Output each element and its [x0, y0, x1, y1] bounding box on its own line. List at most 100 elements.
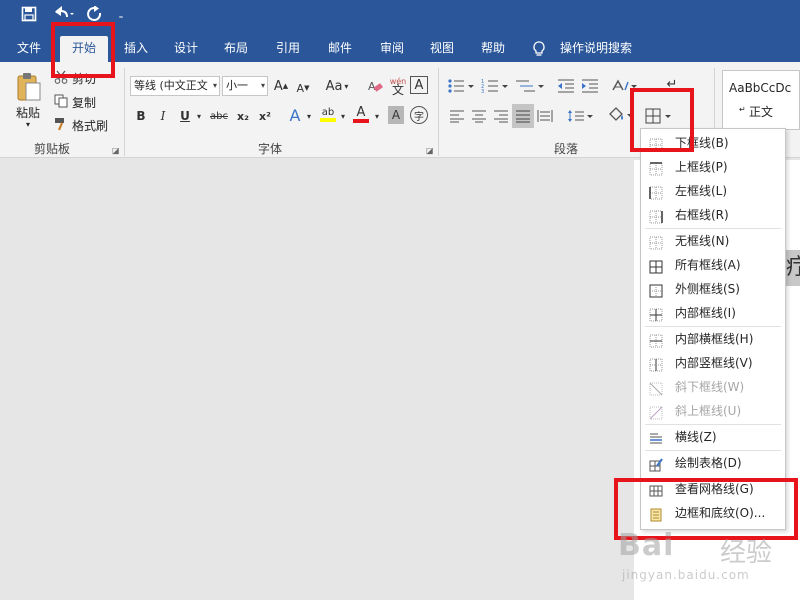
menu-item-label: 外侧框线(S) — [675, 282, 740, 296]
menu-item-left-border[interactable]: 左框线(L) — [641, 179, 785, 203]
highlight-icon[interactable]: ab — [318, 104, 338, 126]
multilevel-list-icon[interactable] — [514, 76, 546, 96]
tell-me-search[interactable]: 操作说明搜索 — [556, 34, 636, 62]
superscript-button[interactable]: x² — [256, 106, 274, 126]
align-center-icon[interactable] — [470, 106, 488, 126]
text-effects-icon[interactable]: A — [286, 104, 304, 126]
underline-button[interactable]: U — [178, 106, 192, 126]
phonetic-guide-icon[interactable]: wén 文 — [388, 74, 408, 98]
diagonal-down-border-icon — [649, 380, 663, 396]
format-painter-button[interactable]: 格式刷 — [72, 117, 108, 134]
font-color-icon[interactable]: A — [352, 104, 370, 126]
horizontal-line-icon — [649, 430, 663, 444]
copy-button[interactable]: 复制 — [72, 94, 96, 111]
shrink-font-icon[interactable]: A ▼ — [294, 78, 312, 98]
document-text[interactable]: 疗 — [786, 250, 800, 286]
menu-item-no-border[interactable]: 无框线(N) — [641, 229, 785, 253]
strikethrough-button[interactable]: abc — [208, 106, 230, 126]
format-painter-icon[interactable] — [54, 117, 68, 131]
tab-review[interactable]: 审阅 — [368, 34, 416, 62]
highlight-dropdown-icon[interactable]: ▾ — [338, 106, 348, 126]
increase-indent-icon[interactable] — [580, 76, 600, 96]
menu-item-draw-table[interactable]: 绘制表格(D) — [641, 451, 785, 475]
underline-dropdown-icon[interactable]: ▾ — [194, 106, 204, 126]
tab-references[interactable]: 引用 — [266, 34, 310, 62]
line-spacing-icon[interactable] — [566, 106, 594, 126]
title-bar: ₌ — [0, 0, 800, 34]
enclose-characters-icon[interactable]: 字 — [410, 106, 428, 124]
grow-font-icon[interactable]: A ▲ — [272, 76, 290, 96]
watermark: Bai 经验 jingyan.baidu.com — [612, 524, 800, 600]
watermark-logo: Bai — [618, 528, 675, 563]
change-case-button[interactable]: Aa ▾ — [322, 76, 352, 96]
menu-item-horizontal-line[interactable]: 横线(Z) — [641, 425, 785, 449]
no-border-icon — [649, 234, 663, 250]
menu-item-all-borders[interactable]: 所有框线(A) — [641, 253, 785, 277]
menu-item-label: 上框线(P) — [675, 160, 728, 174]
menu-item-label: 内部框线(I) — [675, 306, 736, 320]
tab-layout[interactable]: 布局 — [214, 34, 258, 62]
numbering-icon[interactable]: 123 — [480, 76, 510, 96]
paste-dropdown-icon[interactable]: ▾ — [26, 120, 30, 129]
highlight-box-home-tab — [51, 22, 115, 78]
style-preview-text: AaBbCcDc — [729, 81, 792, 95]
watermark-url: jingyan.baidu.com — [622, 568, 750, 582]
lightbulb-icon[interactable] — [532, 41, 546, 56]
tab-file[interactable]: 文件 — [6, 34, 52, 62]
style-normal-label[interactable]: 正文 — [749, 103, 773, 120]
menu-item-inside-borders[interactable]: 内部框线(I) — [641, 301, 785, 325]
font-name-combo[interactable]: 等线 (中文正文 ▾ — [130, 76, 220, 96]
menu-item-diagonal-down-border[interactable]: 斜下框线(W) — [641, 375, 785, 399]
menu-item-top-border[interactable]: 上框线(P) — [641, 155, 785, 179]
highlight-box-borders-button — [630, 88, 694, 152]
paste-icon[interactable] — [14, 70, 44, 104]
character-shading-glyph: A — [391, 108, 401, 122]
menu-item-label: 左框线(L) — [675, 184, 728, 198]
menu-item-label: 内部横框线(H) — [675, 332, 754, 346]
svg-text:A: A — [368, 80, 376, 93]
menu-item-right-border[interactable]: 右框线(R) — [641, 203, 785, 227]
outside-borders-icon — [649, 282, 663, 298]
justify-icon[interactable] — [512, 104, 534, 128]
align-left-icon[interactable] — [448, 106, 466, 126]
menu-item-inside-horizontal-border[interactable]: 内部横框线(H) — [641, 327, 785, 351]
character-shading-icon[interactable]: A — [388, 106, 404, 124]
clear-formatting-icon[interactable]: A — [366, 76, 384, 96]
customize-quick-access-icon[interactable]: ₌ — [114, 6, 128, 28]
paste-button[interactable]: 粘贴 — [16, 104, 40, 121]
clipboard-launcher-icon[interactable]: ◪ — [112, 146, 120, 155]
decrease-indent-icon[interactable] — [556, 76, 576, 96]
save-icon[interactable] — [18, 6, 40, 28]
character-border-glyph: A — [414, 77, 424, 93]
menu-item-label: 内部竖框线(V) — [675, 356, 753, 370]
tab-insert[interactable]: 插入 — [114, 34, 158, 62]
paragraph-mark-icon: ↵ — [739, 105, 746, 114]
menu-item-outside-borders[interactable]: 外侧框线(S) — [641, 277, 785, 301]
bold-button[interactable]: B — [134, 106, 148, 126]
menu-item-label: 绘制表格(D) — [675, 456, 742, 470]
text-effects-dropdown-icon[interactable]: ▾ — [304, 106, 314, 126]
menu-item-label: 无框线(N) — [675, 234, 730, 248]
menu-item-diagonal-up-border[interactable]: 斜上框线(U) — [641, 399, 785, 423]
styles-gallery[interactable]: AaBbCcDc ↵ 正文 — [722, 70, 800, 130]
italic-button[interactable]: I — [156, 106, 170, 126]
tab-view[interactable]: 视图 — [418, 34, 466, 62]
font-color-dropdown-icon[interactable]: ▾ — [372, 106, 382, 126]
menu-item-label: 所有框线(A) — [675, 258, 741, 272]
font-size-combo[interactable]: 小一 ▾ — [222, 76, 268, 96]
bullets-icon[interactable] — [446, 76, 476, 96]
distributed-icon[interactable] — [536, 106, 554, 126]
subscript-button[interactable]: x₂ — [234, 106, 252, 126]
align-right-icon[interactable] — [492, 106, 510, 126]
menu-item-inside-vertical-border[interactable]: 内部竖框线(V) — [641, 351, 785, 375]
tab-help[interactable]: 帮助 — [470, 34, 516, 62]
tab-mailings[interactable]: 邮件 — [316, 34, 364, 62]
tab-design[interactable]: 设计 — [164, 34, 208, 62]
copy-icon[interactable] — [54, 94, 68, 108]
font-launcher-icon[interactable]: ◪ — [426, 146, 434, 155]
right-border-icon — [649, 208, 663, 224]
diagonal-up-border-icon — [649, 404, 663, 420]
all-borders-icon — [649, 258, 663, 274]
phonetic-bottom-text: 文 — [391, 83, 404, 97]
character-border-icon[interactable]: A — [410, 76, 428, 94]
